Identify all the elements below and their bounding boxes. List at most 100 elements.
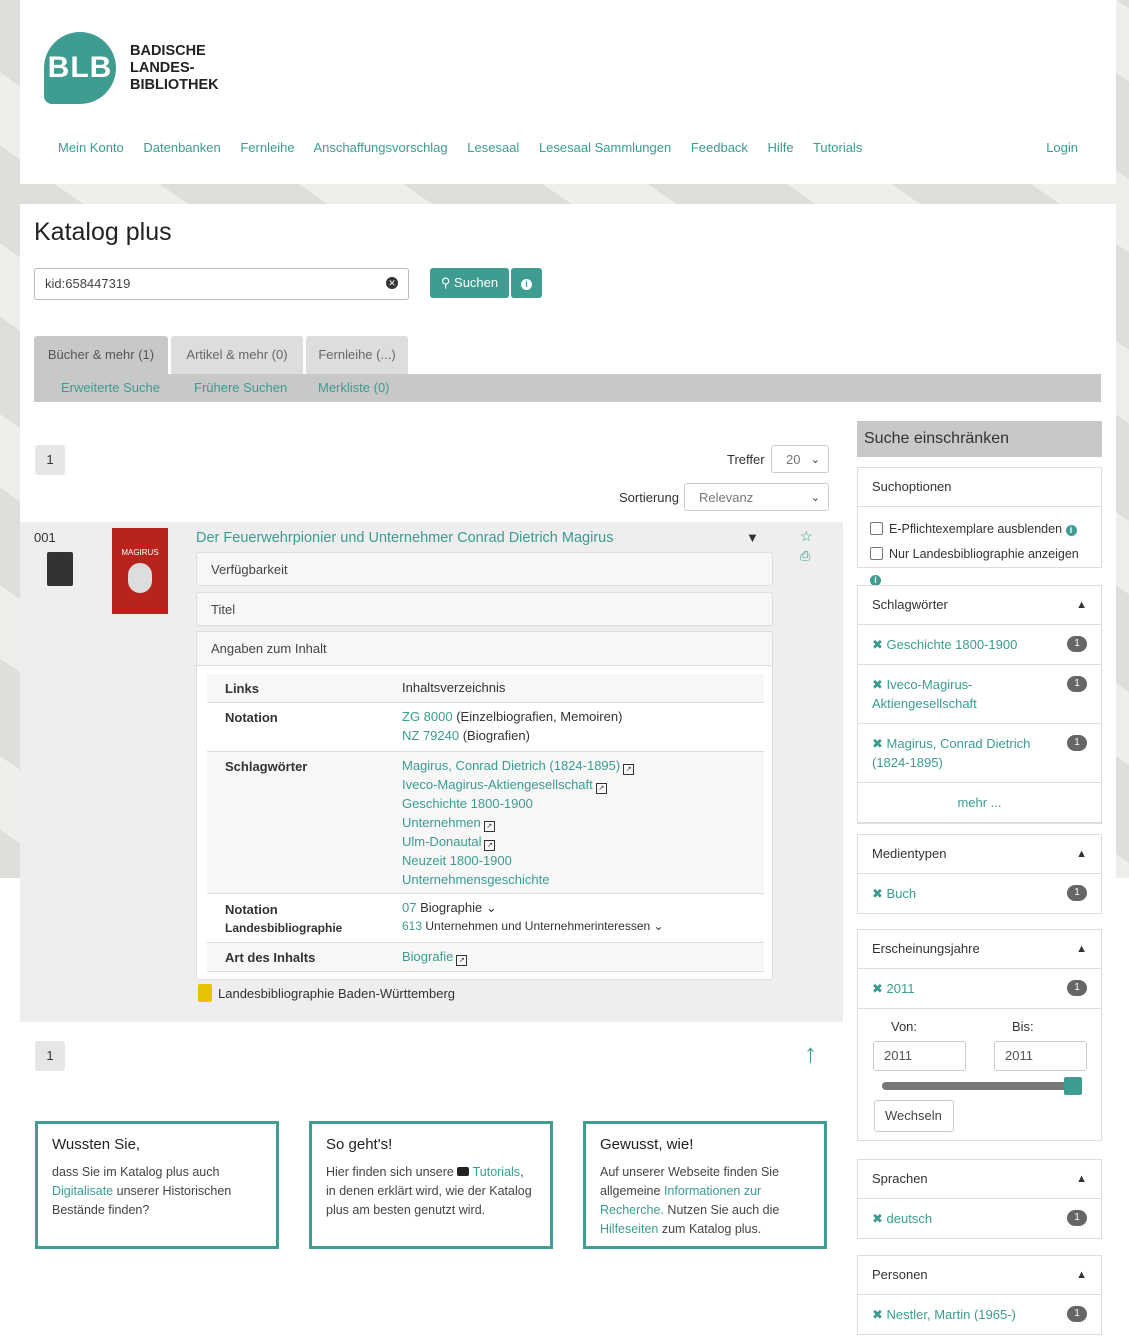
- nav-lesesaal[interactable]: Lesesaal: [467, 140, 519, 155]
- year-to-input[interactable]: 2011: [994, 1041, 1087, 1071]
- external-link-icon[interactable]: ↗: [595, 783, 607, 794]
- landesbibliographie-label: Landesbibliographie Baden-Württemberg: [218, 986, 456, 1001]
- schlagwort-link[interactable]: Unternehmen: [402, 815, 481, 830]
- treffer-select[interactable]: 20 ⌄: [771, 445, 829, 473]
- treffer-label: Treffer: [727, 452, 765, 467]
- notation-link[interactable]: ZG 8000: [402, 709, 453, 724]
- facet-item[interactable]: ✖ Geschichte 1800-1900 1: [858, 625, 1101, 665]
- remove-icon[interactable]: ✖: [872, 981, 883, 996]
- info-icon[interactable]: i: [1065, 525, 1077, 536]
- chevron-down-icon[interactable]: ⌄: [486, 900, 497, 915]
- nav-tutorials[interactable]: Tutorials: [813, 140, 862, 155]
- print-icon[interactable]: ⎙: [800, 548, 810, 564]
- page-title: Katalog plus: [34, 218, 172, 246]
- clear-icon[interactable]: ✕: [386, 277, 398, 289]
- tab-buecher[interactable]: Bücher & mehr (1): [34, 336, 168, 374]
- login-link[interactable]: Login: [1046, 140, 1078, 155]
- facet-medientypen: Medientypen ▲ ✖ Buch 1: [857, 834, 1102, 914]
- facet-item[interactable]: ✖ Iveco-Magirus-Aktiengesellschaft 1: [858, 665, 1101, 724]
- tip-gewusst-wie: Gewusst, wie! Auf unserer Webseite finde…: [583, 1121, 827, 1249]
- remove-icon[interactable]: ✖: [872, 886, 883, 901]
- sortierung-label: Sortierung: [619, 490, 679, 505]
- year-slider-handle[interactable]: [1064, 1077, 1082, 1095]
- external-link-icon[interactable]: ↗: [484, 840, 496, 851]
- nav-anschaffungsvorschlag[interactable]: Anschaffungsvorschlag: [313, 140, 447, 155]
- schlagwort-link[interactable]: Ulm-Donautal: [402, 834, 481, 849]
- remove-icon[interactable]: ✖: [872, 1211, 883, 1226]
- star-icon[interactable]: ☆: [800, 528, 813, 545]
- panel-verfuegbarkeit[interactable]: Verfügbarkeit: [196, 552, 773, 586]
- lb-notation-link[interactable]: 613: [402, 919, 422, 933]
- notation-link[interactable]: NZ 79240: [402, 728, 459, 743]
- fruehere-suchen-link[interactable]: Frühere Suchen: [194, 380, 287, 395]
- panel-titel[interactable]: Titel: [196, 592, 773, 626]
- panel-header[interactable]: Angaben zum Inhalt: [197, 632, 772, 666]
- option-e-pflicht[interactable]: E-Pflichtexemplare ausblenden i: [870, 517, 1089, 542]
- wechseln-button[interactable]: Wechseln: [874, 1100, 954, 1132]
- tip-so-gehts: So geht's! Hier finden sich unsere Tutor…: [309, 1121, 553, 1249]
- mehr-link[interactable]: mehr ...: [858, 783, 1101, 823]
- search-input[interactable]: kid:658447319 ✕: [34, 268, 409, 300]
- biografie-link[interactable]: Biografie: [402, 949, 453, 964]
- panel-angaben-zum-inhalt: Angaben zum Inhalt Links Inhaltsverzeich…: [196, 631, 773, 980]
- nav-hilfe[interactable]: Hilfe: [768, 140, 794, 155]
- schlagwort-link[interactable]: Unternehmensgeschichte: [402, 872, 549, 887]
- remove-icon[interactable]: ✖: [872, 1307, 883, 1322]
- collapse-icon[interactable]: ▲: [1076, 586, 1087, 624]
- nav-feedback[interactable]: Feedback: [691, 140, 748, 155]
- result-title-link[interactable]: Der Feuerwehrpionier und Unternehmer Con…: [196, 530, 613, 546]
- collapse-icon[interactable]: ▲: [1076, 930, 1087, 968]
- logo-text[interactable]: BADISCHE LANDES- BIBLIOTHEK: [130, 43, 219, 94]
- tab-artikel[interactable]: Artikel & mehr (0): [171, 336, 303, 374]
- schlagwort-link[interactable]: Neuzeit 1800-1900: [402, 853, 512, 868]
- lb-notation-link[interactable]: 07: [402, 900, 416, 915]
- erweiterte-suche-link[interactable]: Erweiterte Suche: [61, 380, 160, 395]
- nav-datenbanken[interactable]: Datenbanken: [143, 140, 220, 155]
- external-link-icon[interactable]: ↗: [623, 764, 635, 775]
- video-icon: [457, 1167, 470, 1176]
- collapse-icon[interactable]: ▲: [1076, 1256, 1087, 1294]
- collapse-icon[interactable]: ▲: [1076, 835, 1087, 873]
- facet-item[interactable]: ✖ Magirus, Conrad Dietrich (1824-1895) 1: [858, 724, 1101, 783]
- external-link-icon[interactable]: ↗: [456, 955, 468, 966]
- remove-icon[interactable]: ✖: [872, 736, 883, 751]
- hilfeseiten-link[interactable]: Hilfeseiten: [600, 1222, 658, 1236]
- external-link-icon[interactable]: ↗: [483, 821, 495, 832]
- tutorials-link[interactable]: Tutorials: [473, 1165, 520, 1179]
- schlagwort-link[interactable]: Iveco-Magirus-Aktiengesellschaft: [402, 777, 593, 792]
- info-icon: i: [521, 279, 532, 290]
- facet-item[interactable]: ✖ 2011 1: [858, 969, 1101, 1009]
- book-cover[interactable]: MAGIRUS: [112, 528, 168, 614]
- schlagwort-link[interactable]: Magirus, Conrad Dietrich (1824-1895): [402, 758, 620, 773]
- nav-fernleihe[interactable]: Fernleihe: [240, 140, 294, 155]
- sidebar-title: Suche einschränken: [857, 421, 1102, 457]
- digitalisate-link[interactable]: Digitalisate: [52, 1184, 113, 1198]
- year-from-input[interactable]: 2011: [873, 1041, 966, 1071]
- logo-icon[interactable]: BLB: [44, 32, 116, 104]
- facet-sprachen: Sprachen ▲ ✖ deutsch 1: [857, 1159, 1102, 1239]
- info-button[interactable]: i: [511, 268, 542, 298]
- inhaltsverzeichnis-link[interactable]: Inhaltsverzeichnis: [402, 678, 505, 697]
- facet-item[interactable]: ✖ deutsch 1: [858, 1199, 1101, 1238]
- search-button[interactable]: ⚲ Suchen: [430, 268, 509, 298]
- remove-icon[interactable]: ✖: [872, 637, 883, 652]
- page-button[interactable]: 1: [35, 445, 65, 475]
- nav-lesesaal-sammlungen[interactable]: Lesesaal Sammlungen: [539, 140, 671, 155]
- nav-mein-konto[interactable]: Mein Konto: [58, 140, 124, 155]
- page-button[interactable]: 1: [35, 1041, 65, 1071]
- checkbox[interactable]: [870, 522, 883, 535]
- collapse-icon[interactable]: ▲: [1076, 1160, 1087, 1198]
- merkliste-link[interactable]: Merkliste (0): [318, 380, 390, 395]
- sort-select[interactable]: Relevanz ⌄: [684, 483, 829, 511]
- facet-item[interactable]: ✖ Nestler, Martin (1965-) 1: [858, 1295, 1101, 1334]
- facet-item[interactable]: ✖ Buch 1: [858, 874, 1101, 913]
- row-links: Links Inhaltsverzeichnis: [207, 674, 764, 703]
- remove-icon[interactable]: ✖: [872, 677, 883, 692]
- schlagwort-link[interactable]: Geschichte 1800-1900: [402, 796, 533, 811]
- arrow-up-icon[interactable]: ↑: [804, 1038, 817, 1069]
- checkbox[interactable]: [870, 547, 883, 560]
- year-slider-track[interactable]: [882, 1082, 1074, 1090]
- tab-fernleihe[interactable]: Fernleihe (...): [306, 336, 408, 374]
- expand-icon[interactable]: ▼: [746, 530, 759, 545]
- chevron-down-icon[interactable]: ⌄: [654, 919, 664, 933]
